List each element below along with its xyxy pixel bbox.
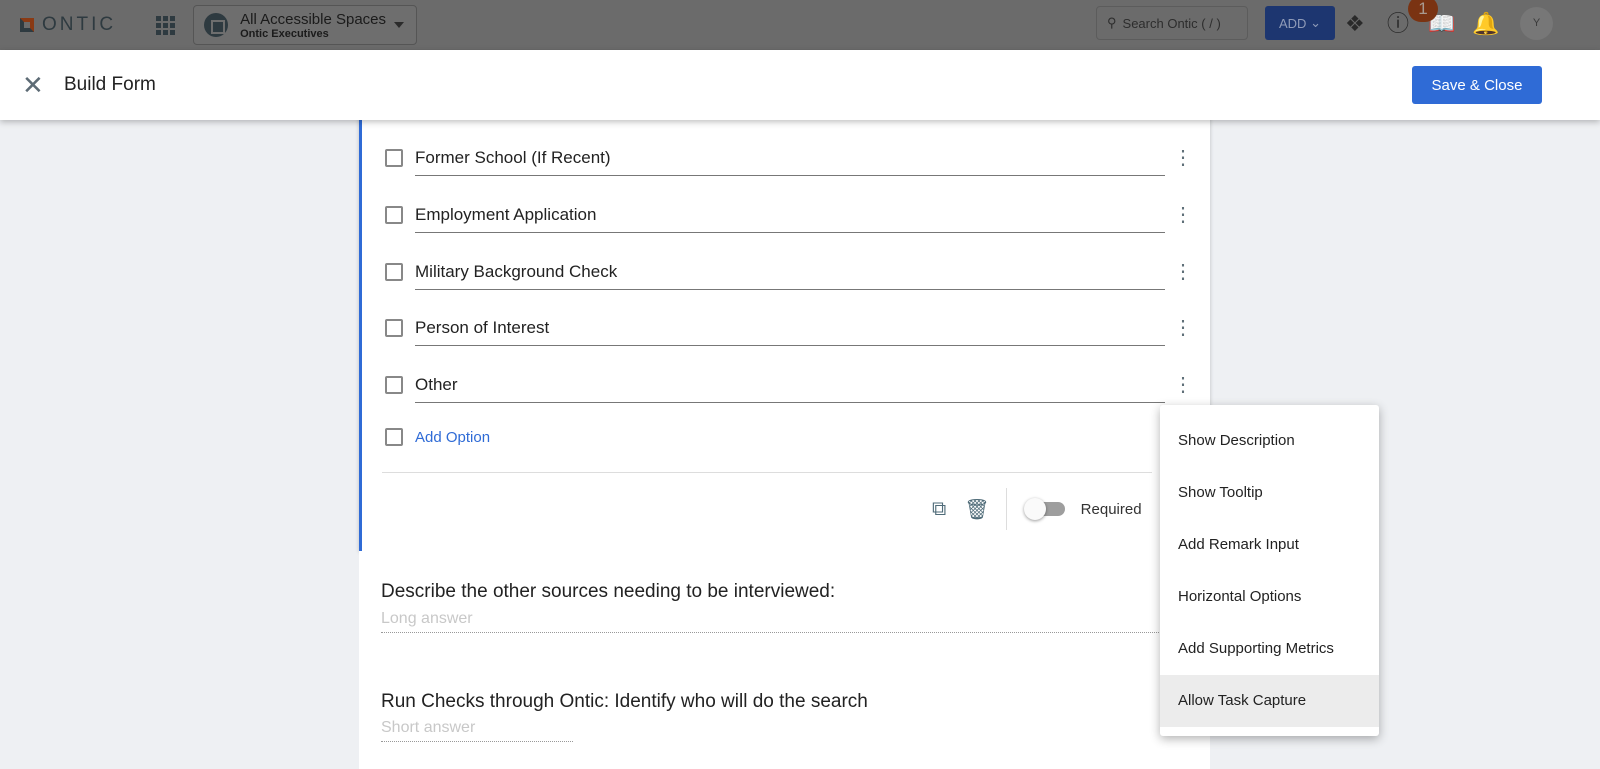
option-checkbox[interactable] <box>385 263 403 281</box>
option-checkbox[interactable] <box>385 376 403 394</box>
page-title: Build Form <box>64 74 156 95</box>
answer-placeholder: Long answer <box>381 610 1161 633</box>
space-selector[interactable]: All Accessible Spaces Ontic Executives <box>193 5 418 45</box>
top-nav-bar: ONTIC All Accessible Spaces Ontic Executi… <box>0 0 1600 50</box>
save-close-button[interactable]: Save & Close <box>1412 66 1542 104</box>
menu-item-horizontal-options[interactable]: Horizontal Options <box>1160 571 1379 623</box>
diamond-apps-icon[interactable]: ❖ <box>1345 12 1365 36</box>
option-input[interactable]: Employment Application <box>415 197 1165 233</box>
chevron-down-icon: ⌄ <box>1310 15 1321 30</box>
option-input[interactable]: Other <box>415 367 1165 403</box>
card-actions: ⧉ 🗑 Required <box>932 488 1142 530</box>
option-checkbox[interactable] <box>385 149 403 167</box>
menu-item-allow-task-capture[interactable]: Allow Task Capture <box>1160 675 1379 727</box>
question-title: Run Checks through Ontic: Identify who w… <box>381 691 868 712</box>
add-option-link[interactable]: Add Option <box>415 429 490 446</box>
menu-item-show-tooltip[interactable]: Show Tooltip <box>1160 467 1379 519</box>
answer-placeholder: Short answer <box>381 719 573 742</box>
question-title: Describe the other sources needing to be… <box>381 581 836 602</box>
ontic-logo[interactable]: ONTIC <box>20 14 116 36</box>
required-label: Required <box>1080 500 1142 518</box>
brand-name: ONTIC <box>42 14 117 35</box>
option-row: Person of Interest <box>385 308 1165 348</box>
divider <box>382 472 1152 473</box>
menu-item-add-supporting-metrics[interactable]: Add Supporting Metrics <box>1160 623 1379 675</box>
help-icon[interactable]: ⓘ <box>1387 12 1409 36</box>
search-placeholder: Search Ontic ( / ) <box>1122 15 1221 31</box>
option-checkbox <box>385 428 403 446</box>
question-short-answer[interactable]: Run Checks through Ontic: Identify who w… <box>359 651 1210 769</box>
option-menu: Show Description Show Tooltip Add Remark… <box>1160 405 1379 736</box>
search-icon: ⚲ <box>1107 15 1117 30</box>
menu-item-add-remark-input[interactable]: Add Remark Input <box>1160 519 1379 571</box>
bell-icon[interactable]: 🔔 <box>1472 12 1499 36</box>
space-icon <box>204 13 229 37</box>
more-vert-icon[interactable]: ⋮ <box>1173 205 1193 225</box>
space-title: All Accessible Spaces <box>240 10 387 28</box>
delete-icon[interactable]: 🗑 <box>964 497 989 522</box>
more-vert-icon[interactable]: ⋮ <box>1173 375 1193 395</box>
option-input[interactable]: Person of Interest <box>415 310 1165 346</box>
notification-badge: 1 <box>1408 0 1438 22</box>
search-input[interactable]: ⚲ Search Ontic ( / ) <box>1096 6 1248 40</box>
option-row: Other <box>385 365 1165 405</box>
more-vert-icon[interactable]: ⋮ <box>1173 262 1193 282</box>
close-icon[interactable]: ✕ <box>22 70 46 101</box>
add-option-row: Add Option <box>385 417 1165 457</box>
logo-icon <box>20 18 34 32</box>
form-builder-header: ✕ Build Form Save & Close <box>0 50 1600 120</box>
option-input[interactable]: Military Background Check <box>415 254 1165 290</box>
menu-item-show-description[interactable]: Show Description <box>1160 415 1379 467</box>
option-checkbox[interactable] <box>385 206 403 224</box>
more-vert-icon[interactable]: ⋮ <box>1173 148 1193 168</box>
copy-icon[interactable]: ⧉ <box>932 498 946 521</box>
space-subtitle: Ontic Executives <box>240 27 329 40</box>
option-row: Former School (If Recent) <box>385 138 1165 178</box>
add-label: ADD <box>1279 15 1307 31</box>
divider <box>1005 488 1007 530</box>
question-card: Former School (If Recent) ⋮ Employment A… <box>359 110 1210 551</box>
question-long-answer[interactable]: Describe the other sources needing to be… <box>359 551 1210 651</box>
option-row: Military Background Check <box>385 252 1165 292</box>
required-toggle[interactable] <box>1023 498 1065 520</box>
option-checkbox[interactable] <box>385 319 403 337</box>
add-button[interactable]: ADD ⌄ <box>1265 6 1335 40</box>
avatar[interactable]: Y <box>1520 7 1553 40</box>
option-input[interactable]: Former School (If Recent) <box>415 140 1165 176</box>
apps-grid-icon[interactable] <box>156 15 176 35</box>
caret-down-icon <box>394 22 405 33</box>
more-vert-icon[interactable]: ⋮ <box>1173 318 1193 338</box>
option-row: Employment Application <box>385 195 1165 235</box>
